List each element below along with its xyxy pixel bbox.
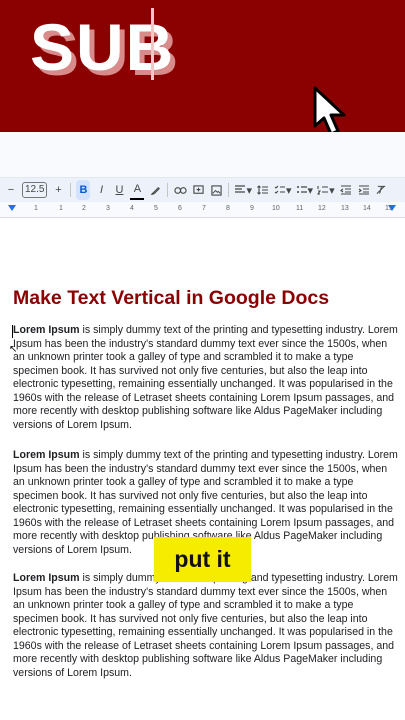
ruler-number: 5 bbox=[154, 205, 158, 212]
toolbar-divider bbox=[228, 183, 230, 197]
ruler-number: 2 bbox=[82, 205, 86, 212]
document-heading: Make Text Vertical in Google Docs bbox=[13, 287, 330, 309]
text-color-button[interactable]: A bbox=[130, 180, 145, 200]
document-ruler[interactable]: 1 1 2 3 4 5 6 7 8 9 10 11 12 13 14 15 bbox=[0, 202, 405, 218]
increase-indent-icon[interactable] bbox=[357, 180, 371, 200]
ruler-number: 10 bbox=[272, 205, 280, 212]
ruler-number: 12 bbox=[318, 205, 326, 212]
line-spacing-icon[interactable] bbox=[256, 180, 270, 200]
ruler-number: 9 bbox=[250, 205, 254, 212]
numbered-list-icon[interactable]: ▾ bbox=[317, 180, 335, 200]
font-size-input[interactable]: 12.5 bbox=[22, 182, 48, 198]
ruler-number: 8 bbox=[226, 205, 230, 212]
insert-image-icon[interactable] bbox=[209, 180, 223, 200]
paragraph-bold-lead: Lorem Ipsum bbox=[13, 449, 80, 461]
ruler-number: 1 bbox=[59, 205, 63, 212]
checklist-icon[interactable]: ▾ bbox=[274, 180, 292, 200]
video-caption: put it bbox=[154, 537, 251, 582]
text-caret bbox=[151, 8, 154, 80]
title-banner: SUB bbox=[0, 0, 405, 136]
paragraph-text: is simply dummy text of the printing and… bbox=[13, 324, 398, 431]
ruler-number: 1 bbox=[34, 205, 38, 212]
align-left-icon[interactable]: ▾ bbox=[234, 180, 252, 200]
bold-button[interactable]: B bbox=[76, 180, 91, 200]
bulleted-list-icon[interactable]: ▾ bbox=[296, 180, 313, 200]
ruler-number: 15 bbox=[385, 205, 393, 212]
link-icon[interactable] bbox=[173, 180, 187, 200]
mouse-pointer-icon bbox=[313, 86, 346, 136]
italic-button[interactable]: I bbox=[94, 180, 108, 200]
paragraph-text: is simply dummy text of the printing and… bbox=[13, 572, 398, 679]
left-indent-marker[interactable] bbox=[8, 205, 16, 211]
ruler-number: 7 bbox=[202, 205, 206, 212]
body-paragraph: Lorem Ipsum is simply dummy text of the … bbox=[13, 572, 399, 680]
toolbar-divider bbox=[167, 183, 169, 197]
toolbar-divider bbox=[70, 183, 72, 197]
decrease-font-size-button[interactable]: − bbox=[4, 180, 18, 200]
paragraph-bold-lead: Lorem Ipsum bbox=[13, 572, 80, 584]
decrease-indent-icon[interactable] bbox=[339, 180, 353, 200]
body-paragraph: Lorem Ipsum is simply dummy text of the … bbox=[13, 324, 399, 432]
add-comment-icon[interactable] bbox=[191, 180, 205, 200]
highlighter-icon[interactable] bbox=[148, 180, 162, 200]
ruler-number: 6 bbox=[178, 205, 182, 212]
document-page[interactable]: Make Text Vertical in Google Docs ↖ Lore… bbox=[0, 218, 405, 720]
underline-button[interactable]: U bbox=[112, 180, 126, 200]
paragraph-bold-lead: Lorem Ipsum bbox=[13, 324, 80, 336]
ruler-number: 14 bbox=[363, 205, 371, 212]
ruler-number: 3 bbox=[106, 205, 110, 212]
increase-font-size-button[interactable]: + bbox=[51, 180, 65, 200]
ruler-number: 11 bbox=[296, 205, 304, 212]
ruler-number: 4 bbox=[130, 205, 134, 212]
ruler-number: 13 bbox=[341, 205, 349, 212]
docs-menu-area bbox=[0, 132, 405, 178]
clear-formatting-icon[interactable] bbox=[375, 180, 389, 200]
formatting-toolbar: − 12.5 + B I U A ▾ ▾ ▾ ▾ bbox=[0, 178, 405, 202]
